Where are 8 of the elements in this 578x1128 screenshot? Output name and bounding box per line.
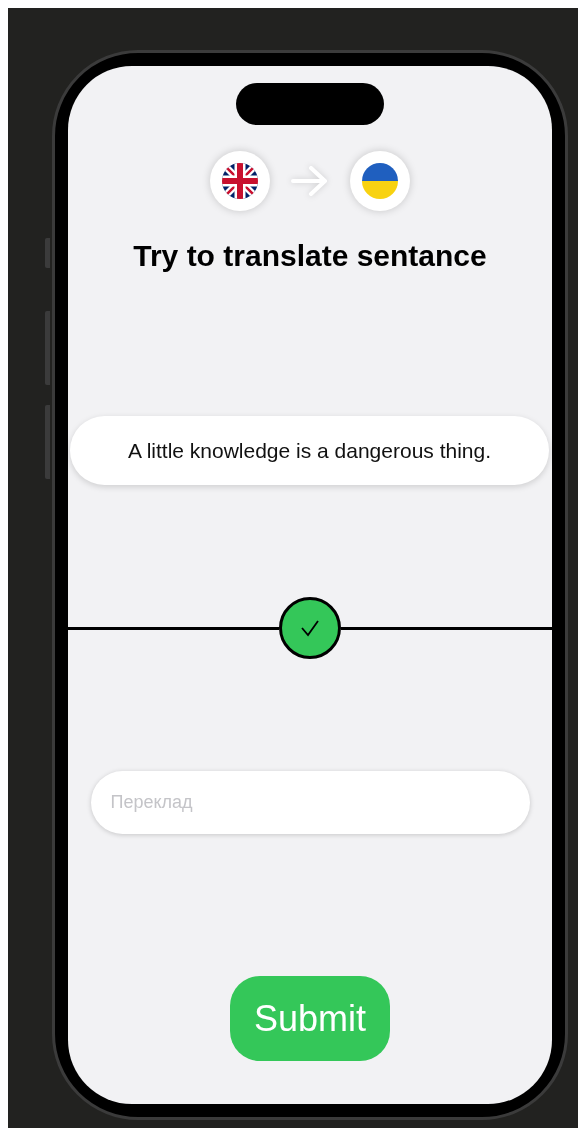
submit-button[interactable]: Submit [230,976,390,1061]
ukrainian-flag-icon [362,163,398,199]
british-flag-icon [222,163,258,199]
checkmark-icon [300,619,320,637]
screen-title: Try to translate sentance [133,238,487,274]
source-sentence: A little knowledge is a dangerous thing. [70,416,549,485]
translation-input[interactable]: Переклад [90,771,530,834]
arrow-right-icon [290,164,330,198]
